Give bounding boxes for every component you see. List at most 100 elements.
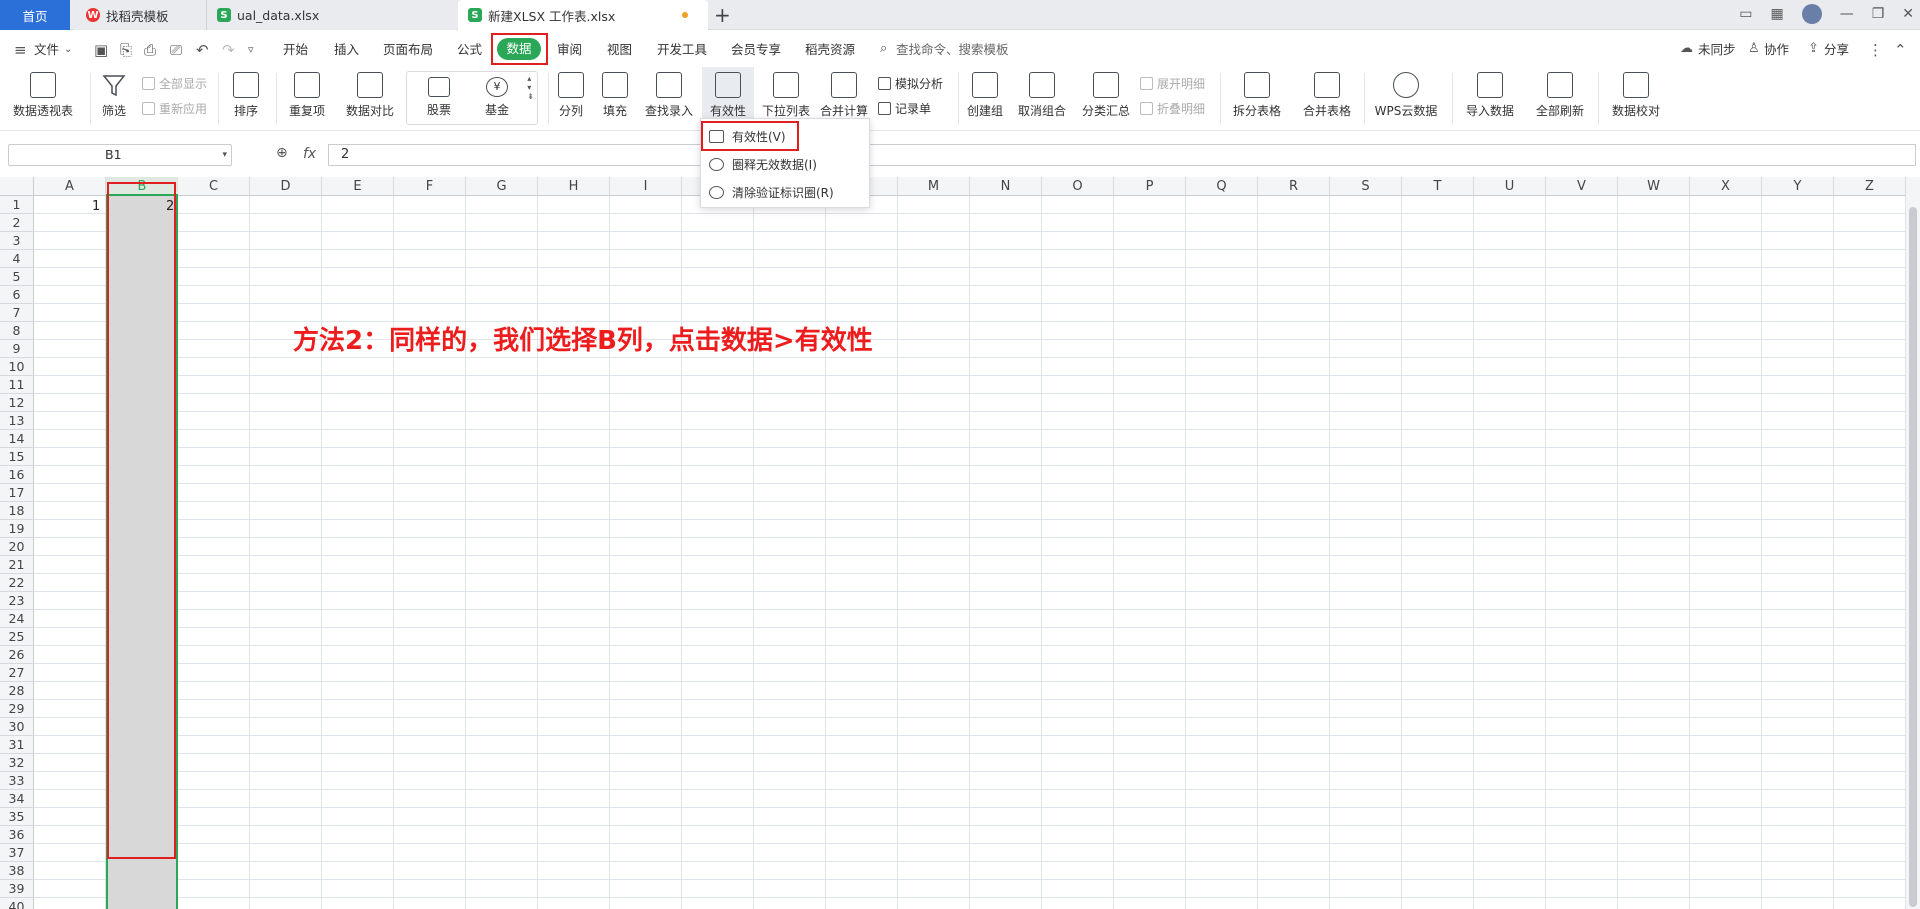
sync-status[interactable]: 未同步	[1698, 39, 1736, 58]
tab-new-workbook[interactable]: S 新建XLSX 工作表.xlsx	[458, 0, 708, 30]
compare-button[interactable]: 数据对比	[340, 67, 400, 119]
row-header[interactable]: 26	[0, 646, 34, 664]
row-header[interactable]: 15	[0, 448, 34, 466]
row-header[interactable]: 22	[0, 574, 34, 592]
duplicates-button[interactable]: 重复项	[282, 67, 332, 119]
stock-button[interactable]: 股票	[417, 72, 461, 118]
menu-devtools[interactable]: 开发工具	[657, 39, 707, 58]
row-header[interactable]: 20	[0, 538, 34, 556]
column-header[interactable]: N	[970, 177, 1042, 196]
row-header[interactable]: 21	[0, 556, 34, 574]
menu-member[interactable]: 会员专享	[731, 39, 781, 58]
formula-input[interactable]: 2	[328, 144, 1916, 166]
expand-detail-button[interactable]: 展开明细	[1140, 75, 1205, 92]
zoom-icon[interactable]: ⊕	[276, 145, 288, 161]
column-header[interactable]: Q	[1186, 177, 1258, 196]
column-header[interactable]: V	[1546, 177, 1618, 196]
menu-layout[interactable]: 页面布局	[383, 39, 433, 58]
row-header[interactable]: 30	[0, 718, 34, 736]
group-button[interactable]: 创建组	[964, 67, 1006, 119]
row-header[interactable]: 39	[0, 880, 34, 898]
more-vertical-icon[interactable]: ⋮	[1868, 41, 1883, 59]
row-header[interactable]: 10	[0, 358, 34, 376]
consolidate-button[interactable]: 合并计算	[818, 67, 870, 119]
row-header[interactable]: 1	[0, 196, 34, 214]
refresh-all-button[interactable]: 全部刷新	[1530, 67, 1590, 119]
column-header[interactable]: E	[322, 177, 394, 196]
name-box[interactable]: B1 ▾	[8, 144, 232, 166]
row-header[interactable]: 32	[0, 754, 34, 772]
clear-circles-menu-item[interactable]: 清除验证标识圈(R)	[709, 181, 834, 203]
filter-button[interactable]: 筛选	[96, 67, 132, 119]
reapply-button[interactable]: 重新应用	[142, 100, 207, 117]
layout-icon[interactable]: ▭	[1739, 6, 1752, 22]
row-header[interactable]: 14	[0, 430, 34, 448]
column-header[interactable]: X	[1690, 177, 1762, 196]
scroll-thumb[interactable]	[1909, 207, 1917, 907]
row-header[interactable]: 11	[0, 376, 34, 394]
column-header[interactable]: S	[1330, 177, 1402, 196]
column-header[interactable]: O	[1042, 177, 1114, 196]
cell-a1[interactable]: 1	[92, 199, 100, 214]
row-header[interactable]: 28	[0, 682, 34, 700]
row-header[interactable]: 12	[0, 394, 34, 412]
row-header[interactable]: 4	[0, 250, 34, 268]
redo-icon[interactable]: ↷	[222, 41, 235, 59]
collapse-detail-button[interactable]: 折叠明细	[1140, 100, 1205, 117]
preview-icon[interactable]: ⎚	[170, 41, 182, 59]
column-header[interactable]: I	[610, 177, 682, 196]
row-header[interactable]: 29	[0, 700, 34, 718]
record-form-button[interactable]: 记录单	[878, 100, 931, 117]
tab-ual-data[interactable]: S ual_data.xlsx	[206, 0, 456, 30]
data-verify-button[interactable]: 数据校对	[1608, 67, 1664, 119]
menu-review[interactable]: 审阅	[557, 39, 582, 58]
lookup-button[interactable]: 查找录入	[643, 67, 695, 119]
export-icon[interactable]: ⎘	[120, 41, 132, 59]
minimize-icon[interactable]: —	[1840, 6, 1854, 22]
row-header[interactable]: 27	[0, 664, 34, 682]
save-icon[interactable]: ▣	[94, 41, 108, 59]
row-header[interactable]: 38	[0, 862, 34, 880]
wps-cloud-button[interactable]: WPS云数据	[1370, 67, 1442, 119]
dropdown-list-button[interactable]: 下拉列表	[760, 67, 812, 119]
command-search[interactable]: 查找命令、搜索模板	[896, 39, 1009, 58]
validity-button[interactable]: 有效性	[702, 67, 754, 119]
pivot-table-button[interactable]: 数据透视表	[10, 67, 76, 119]
tab-home[interactable]: 首页	[0, 0, 70, 30]
fund-button[interactable]: ¥ 基金	[475, 72, 519, 118]
new-tab-button[interactable]: +	[714, 3, 731, 27]
row-header[interactable]: 31	[0, 736, 34, 754]
grid-icon[interactable]: ▦	[1770, 6, 1783, 22]
column-header[interactable]: P	[1114, 177, 1186, 196]
vertical-scrollbar[interactable]	[1906, 177, 1920, 909]
tab-template[interactable]: W 找稻壳模板	[74, 0, 214, 30]
column-header[interactable]: U	[1474, 177, 1546, 196]
row-header[interactable]: 2	[0, 214, 34, 232]
row-header[interactable]: 9	[0, 340, 34, 358]
row-header[interactable]: 17	[0, 484, 34, 502]
close-icon[interactable]: ✕	[1902, 6, 1914, 22]
row-header[interactable]: 35	[0, 808, 34, 826]
column-header[interactable]: R	[1258, 177, 1330, 196]
print-icon[interactable]: ⎙	[144, 41, 156, 59]
row-header[interactable]: 34	[0, 790, 34, 808]
show-all-button[interactable]: 全部显示	[142, 75, 207, 92]
more-icon[interactable]: ▿	[248, 43, 254, 56]
file-menu[interactable]: 文件	[34, 39, 59, 58]
row-header[interactable]: 19	[0, 520, 34, 538]
import-data-button[interactable]: 导入数据	[1460, 67, 1520, 119]
avatar[interactable]	[1801, 4, 1822, 24]
split-column-button[interactable]: 分列	[552, 67, 590, 119]
gallery-scroll-icon[interactable]: ▴ ▾ ⇟	[527, 74, 534, 101]
row-header[interactable]: 3	[0, 232, 34, 250]
sort-button[interactable]: 排序	[226, 67, 266, 119]
restore-icon[interactable]: ❐	[1872, 6, 1885, 22]
simulate-button[interactable]: 模拟分析	[878, 75, 943, 92]
menu-view[interactable]: 视图	[607, 39, 632, 58]
row-header[interactable]: 5	[0, 268, 34, 286]
share-button[interactable]: 分享	[1824, 39, 1849, 58]
row-header[interactable]: 40	[0, 898, 34, 909]
row-header[interactable]: 18	[0, 502, 34, 520]
spreadsheet-grid[interactable]: ZYXWVUTSRQPONMLKJIHGFEDCA B 1 2 12345678…	[0, 177, 1920, 909]
column-header[interactable]: W	[1618, 177, 1690, 196]
